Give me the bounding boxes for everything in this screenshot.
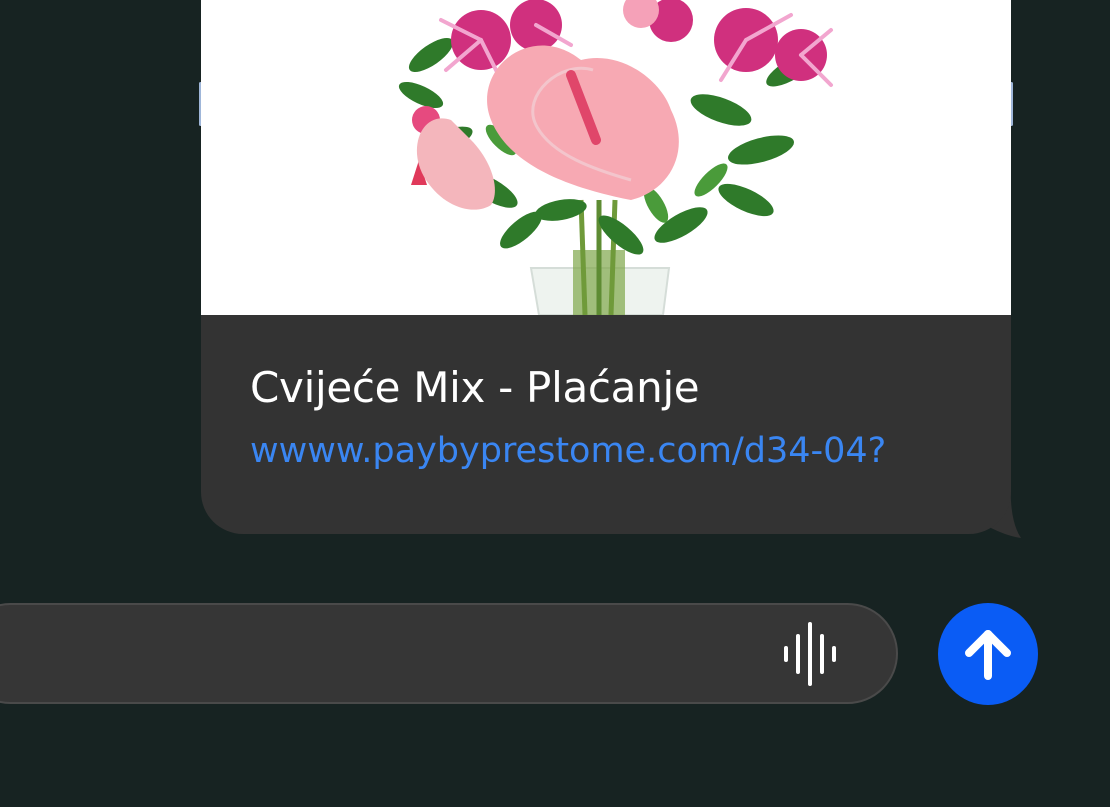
link-preview-title: Cvijeće Mix - Plaćanje [250,363,700,412]
link-preview-url[interactable]: wwww.paybyprestome.com/d34-04? [250,428,886,474]
message-bubble[interactable]: Cvijeće Mix - Plaćanje wwww.paybyprestom… [199,0,1031,540]
send-button[interactable] [938,603,1038,705]
link-preview-card[interactable]: Cvijeće Mix - Plaćanje wwww.paybyprestom… [201,0,1011,534]
message-input[interactable] [0,603,898,704]
waveform-icon[interactable] [782,622,842,686]
flower-bouquet-image [398,0,833,315]
arrow-up-icon [965,630,1011,680]
link-preview-image[interactable] [201,0,1011,315]
